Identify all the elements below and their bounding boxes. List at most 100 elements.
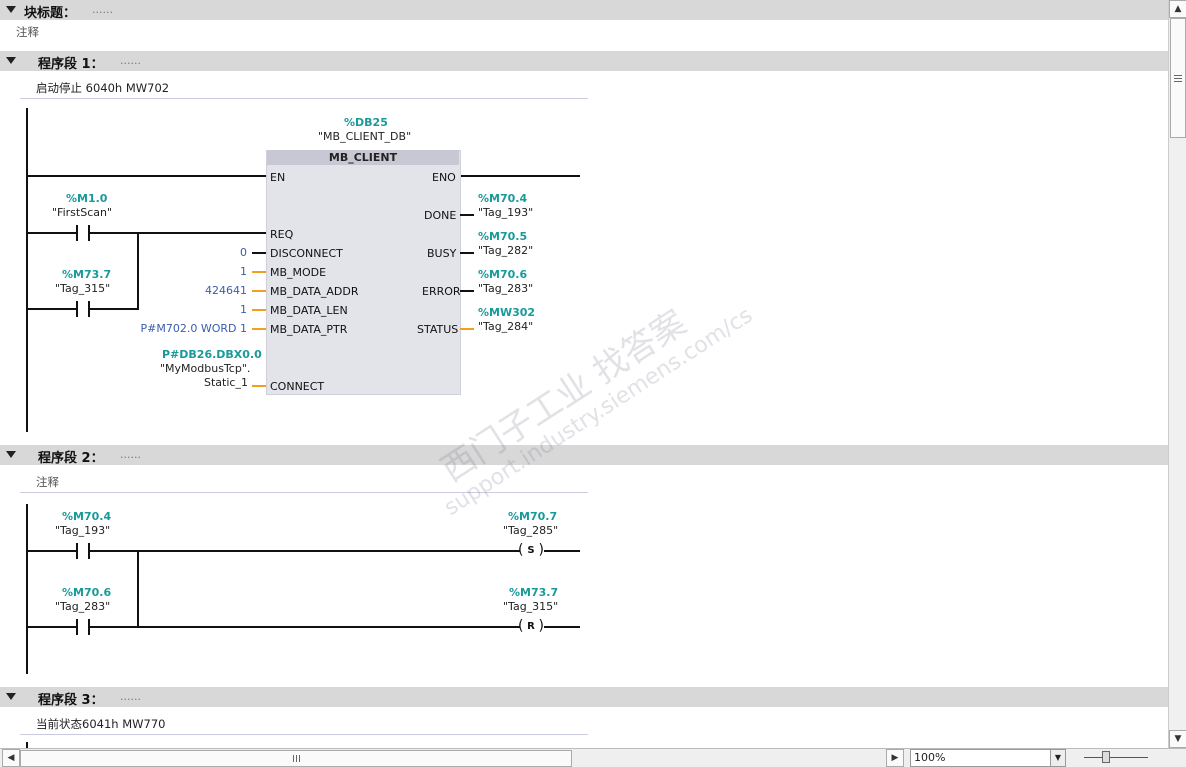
wire bbox=[90, 308, 138, 310]
vertical-scrollbar[interactable]: ▲ ▼ bbox=[1168, 0, 1186, 748]
block-title-header[interactable]: 块标题： ...... bbox=[0, 0, 1168, 21]
pin-connect: CONNECT bbox=[270, 380, 325, 393]
no-contact-tag283[interactable] bbox=[76, 619, 90, 635]
in-len-value[interactable]: 1 bbox=[200, 303, 247, 316]
in-connect-tag[interactable]: "MyModbusTcp". bbox=[160, 362, 250, 375]
network-1-dots[interactable]: ...... bbox=[120, 54, 141, 67]
no-contact-tag315[interactable] bbox=[76, 301, 90, 317]
wire bbox=[544, 626, 580, 628]
coil-1-tag[interactable]: "Tag_285" bbox=[503, 524, 558, 537]
set-coil[interactable]: S bbox=[518, 541, 544, 560]
pin-mb-mode: MB_MODE bbox=[270, 266, 327, 279]
out-status-tag[interactable]: "Tag_284" bbox=[478, 320, 533, 333]
pin-mb-data-ptr: MB_DATA_PTR bbox=[270, 323, 348, 336]
in-ptr-value[interactable]: P#M702.0 WORD 1 bbox=[130, 322, 247, 335]
contact-4-tag[interactable]: "Tag_283" bbox=[55, 600, 110, 613]
out-done-tag[interactable]: "Tag_193" bbox=[478, 206, 533, 219]
collapse-triangle-icon[interactable] bbox=[6, 57, 16, 64]
pin-disconnect: DISCONNECT bbox=[270, 247, 343, 260]
pin-mb-data-len: MB_DATA_LEN bbox=[270, 304, 348, 317]
zoom-slider-track[interactable] bbox=[1084, 757, 1148, 758]
network-3-comment-text: 当前状态6041h MW770 bbox=[36, 717, 166, 731]
network-3-comment[interactable]: 当前状态6041h MW770 bbox=[20, 712, 588, 735]
network-3-title: 程序段 3： bbox=[38, 693, 104, 708]
network-2-dots[interactable]: ...... bbox=[120, 448, 141, 461]
chevron-down-icon[interactable]: ▼ bbox=[1050, 750, 1065, 766]
wire bbox=[460, 328, 474, 330]
collapse-triangle-icon[interactable] bbox=[6, 693, 16, 700]
pin-status: STATUS bbox=[417, 323, 459, 336]
contact-3-address[interactable]: %M70.4 bbox=[62, 510, 111, 523]
fb-title: MB_CLIENT bbox=[267, 150, 459, 165]
coil-2-address[interactable]: %M73.7 bbox=[509, 586, 558, 599]
pin-done: DONE bbox=[424, 209, 457, 222]
arrow-right-icon[interactable]: ▶ bbox=[886, 749, 904, 767]
out-done-address[interactable]: %M70.4 bbox=[478, 192, 527, 205]
contact-4-address[interactable]: %M70.6 bbox=[62, 586, 111, 599]
eno-wire bbox=[460, 175, 580, 177]
network-1-title: 程序段 1： bbox=[38, 57, 104, 72]
contact-2-tag[interactable]: "Tag_315" bbox=[55, 282, 110, 295]
coil-1-address[interactable]: %M70.7 bbox=[508, 510, 557, 523]
out-error-tag[interactable]: "Tag_283" bbox=[478, 282, 533, 295]
arrow-left-icon[interactable]: ◀ bbox=[2, 749, 20, 767]
wire bbox=[460, 252, 474, 254]
collapse-triangle-icon[interactable] bbox=[6, 451, 16, 458]
block-title-dots[interactable]: ...... bbox=[92, 3, 113, 16]
out-busy-address[interactable]: %M70.5 bbox=[478, 230, 527, 243]
block-comment[interactable]: 注释 bbox=[16, 24, 39, 40]
wire bbox=[28, 550, 76, 552]
network-1-header[interactable]: 程序段 1： ...... bbox=[0, 51, 1168, 72]
horizontal-scroll-thumb[interactable] bbox=[20, 750, 572, 767]
network-2-header[interactable]: 程序段 2： ...... bbox=[0, 445, 1168, 466]
pin-mb-data-addr: MB_DATA_ADDR bbox=[270, 285, 359, 298]
in-mode-value[interactable]: 1 bbox=[200, 265, 247, 278]
wire bbox=[252, 385, 266, 387]
reset-coil[interactable]: R bbox=[518, 617, 544, 636]
zoom-value: 100% bbox=[914, 751, 946, 764]
wire bbox=[90, 550, 520, 552]
wire bbox=[28, 626, 76, 628]
pin-busy: BUSY bbox=[427, 247, 457, 260]
arrow-up-icon[interactable]: ▲ bbox=[1169, 0, 1186, 18]
contact-1-tag[interactable]: "FirstScan" bbox=[52, 206, 112, 219]
out-error-address[interactable]: %M70.6 bbox=[478, 268, 527, 281]
no-contact-tag193[interactable] bbox=[76, 543, 90, 559]
wire bbox=[252, 328, 266, 330]
wire bbox=[252, 252, 266, 254]
in-connect-tag-member[interactable]: Static_1 bbox=[204, 376, 248, 389]
pin-eno: ENO bbox=[432, 171, 456, 184]
network-3-dots[interactable]: ...... bbox=[120, 690, 141, 703]
network-2-title: 程序段 2： bbox=[38, 451, 104, 466]
network-1-comment-text: 启动停止 6040h MW702 bbox=[36, 81, 170, 95]
collapse-triangle-icon[interactable] bbox=[6, 6, 16, 13]
db-address[interactable]: %DB25 bbox=[344, 116, 388, 129]
contact-3-tag[interactable]: "Tag_193" bbox=[55, 524, 110, 537]
in-disconnect-value[interactable]: 0 bbox=[200, 246, 247, 259]
en-wire bbox=[28, 175, 266, 177]
contact-2-address[interactable]: %M73.7 bbox=[62, 268, 111, 281]
in-connect-address[interactable]: P#DB26.DBX0.0 bbox=[162, 348, 262, 361]
zoom-slider-handle[interactable] bbox=[1102, 751, 1110, 763]
out-busy-tag[interactable]: "Tag_282" bbox=[478, 244, 533, 257]
zoom-select[interactable]: 100% ▼ bbox=[910, 749, 1066, 767]
wire bbox=[28, 232, 76, 234]
network-2-comment-text: 注释 bbox=[36, 475, 59, 489]
wire bbox=[252, 271, 266, 273]
out-status-address[interactable]: %MW302 bbox=[478, 306, 535, 319]
db-name[interactable]: "MB_CLIENT_DB" bbox=[318, 130, 411, 143]
network-3-header[interactable]: 程序段 3： ...... bbox=[0, 687, 1168, 708]
no-contact-firstscan[interactable] bbox=[76, 225, 90, 241]
coil-2-tag[interactable]: "Tag_315" bbox=[503, 600, 558, 613]
in-addr-value[interactable]: 424641 bbox=[180, 284, 247, 297]
contact-1-address[interactable]: %M1.0 bbox=[66, 192, 107, 205]
wire bbox=[252, 309, 266, 311]
vertical-scroll-thumb[interactable] bbox=[1170, 18, 1186, 138]
network-1-comment[interactable]: 启动停止 6040h MW702 bbox=[20, 76, 588, 99]
bottom-toolbar: ◀ ▶ 100% ▼ bbox=[0, 748, 1186, 767]
arrow-down-icon[interactable]: ▼ bbox=[1169, 730, 1186, 748]
power-rail bbox=[26, 504, 28, 674]
pin-error: ERROR bbox=[422, 285, 461, 298]
pin-en: EN bbox=[270, 171, 286, 184]
power-rail bbox=[26, 108, 28, 432]
